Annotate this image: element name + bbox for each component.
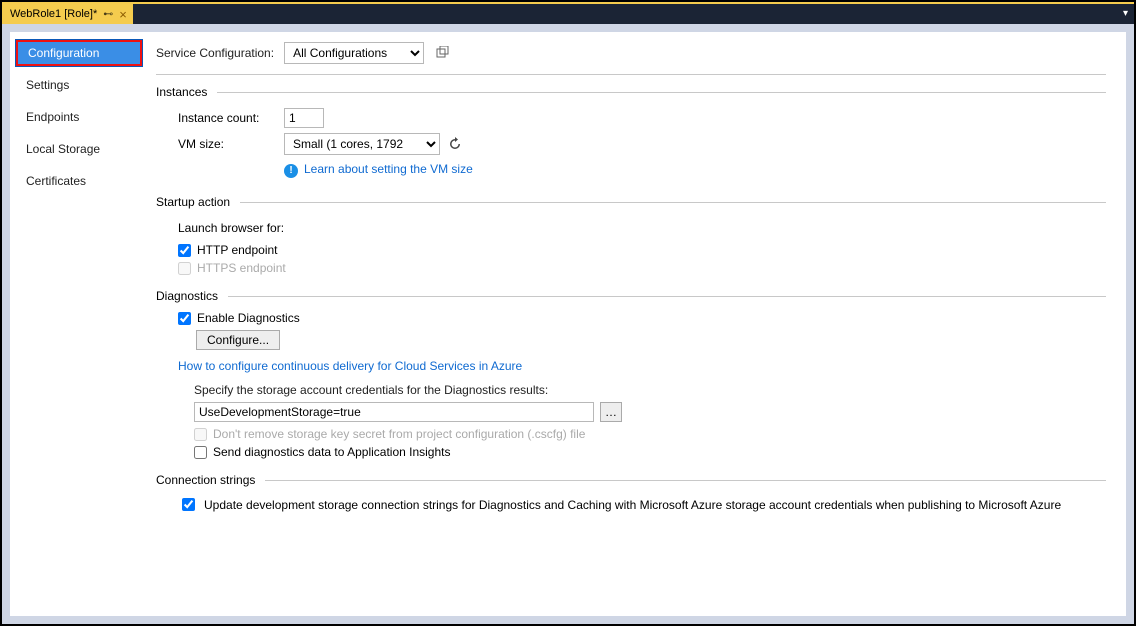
dont-remove-secret-input — [194, 428, 207, 441]
service-config-row: Service Configuration: All Configuration… — [156, 42, 1106, 75]
close-icon[interactable]: × — [119, 8, 127, 21]
update-connection-strings-checkbox[interactable]: Update development storage connection st… — [178, 495, 1106, 514]
continuous-delivery-link[interactable]: How to configure continuous delivery for… — [178, 359, 522, 373]
divider — [265, 480, 1106, 481]
connection-strings-group: Connection strings Update development st… — [156, 473, 1106, 514]
startup-group: Startup action Launch browser for: HTTP … — [156, 195, 1106, 275]
diagnostics-header: Diagnostics — [156, 289, 218, 303]
instance-count-label: Instance count: — [178, 111, 278, 125]
app-insights-input[interactable] — [194, 446, 207, 459]
connection-strings-header: Connection strings — [156, 473, 255, 487]
browse-storage-button[interactable]: … — [600, 402, 622, 422]
sidebar-item-endpoints[interactable]: Endpoints — [16, 104, 142, 130]
vm-size-select[interactable]: Small (1 cores, 1792 MB) — [284, 133, 440, 155]
divider — [228, 296, 1106, 297]
manage-configurations-icon[interactable] — [434, 44, 452, 62]
document-tab-title: WebRole1 [Role]* — [10, 8, 97, 20]
role-editor-panel: Configuration Settings Endpoints Local S… — [10, 32, 1126, 616]
info-icon: ! — [284, 164, 298, 178]
vm-size-label: VM size: — [178, 137, 278, 151]
document-tab[interactable]: WebRole1 [Role]* ⊷ × — [2, 4, 133, 24]
dont-remove-secret-checkbox: Don't remove storage key secret from pro… — [194, 427, 1106, 441]
service-config-label: Service Configuration: — [156, 46, 274, 60]
service-config-select[interactable]: All Configurations — [284, 42, 424, 64]
sidebar-item-certificates[interactable]: Certificates — [16, 168, 142, 194]
storage-account-input[interactable] — [194, 402, 594, 422]
configuration-pane: Service Configuration: All Configuration… — [142, 32, 1126, 616]
http-endpoint-input[interactable] — [178, 244, 191, 257]
enable-diagnostics-checkbox[interactable]: Enable Diagnostics — [178, 311, 1106, 325]
sidebar-item-local-storage[interactable]: Local Storage — [16, 136, 142, 162]
configure-diagnostics-button[interactable]: Configure... — [196, 330, 280, 350]
sidebar-item-configuration[interactable]: Configuration — [16, 40, 142, 66]
instance-count-input[interactable] — [284, 108, 324, 128]
diagnostics-group: Diagnostics Enable Diagnostics Configure… — [156, 289, 1106, 459]
https-endpoint-checkbox: HTTPS endpoint — [178, 261, 1106, 275]
role-section-sidebar: Configuration Settings Endpoints Local S… — [10, 32, 142, 616]
update-connection-strings-input[interactable] — [182, 498, 195, 511]
divider — [240, 202, 1106, 203]
instances-header: Instances — [156, 85, 207, 99]
refresh-vm-sizes-icon[interactable] — [446, 135, 464, 153]
launch-browser-label: Launch browser for: — [178, 221, 284, 235]
document-tabstrip: WebRole1 [Role]* ⊷ × ▾ — [2, 2, 1134, 24]
instances-group: Instances Instance count: VM size: Small… — [156, 85, 1106, 181]
app-insights-checkbox[interactable]: Send diagnostics data to Application Ins… — [194, 445, 1106, 459]
http-endpoint-checkbox[interactable]: HTTP endpoint — [178, 243, 1106, 257]
tab-overflow-icon[interactable]: ▾ — [1123, 8, 1128, 19]
content-frame: Configuration Settings Endpoints Local S… — [2, 24, 1134, 624]
storage-credentials-label: Specify the storage account credentials … — [194, 383, 1106, 397]
https-endpoint-input — [178, 262, 191, 275]
sidebar-item-settings[interactable]: Settings — [16, 72, 142, 98]
enable-diagnostics-input[interactable] — [178, 312, 191, 325]
startup-header: Startup action — [156, 195, 230, 209]
pin-icon[interactable]: ⊷ — [103, 9, 113, 20]
learn-vm-size-link[interactable]: !Learn about setting the VM size — [284, 162, 473, 178]
divider — [217, 92, 1106, 93]
